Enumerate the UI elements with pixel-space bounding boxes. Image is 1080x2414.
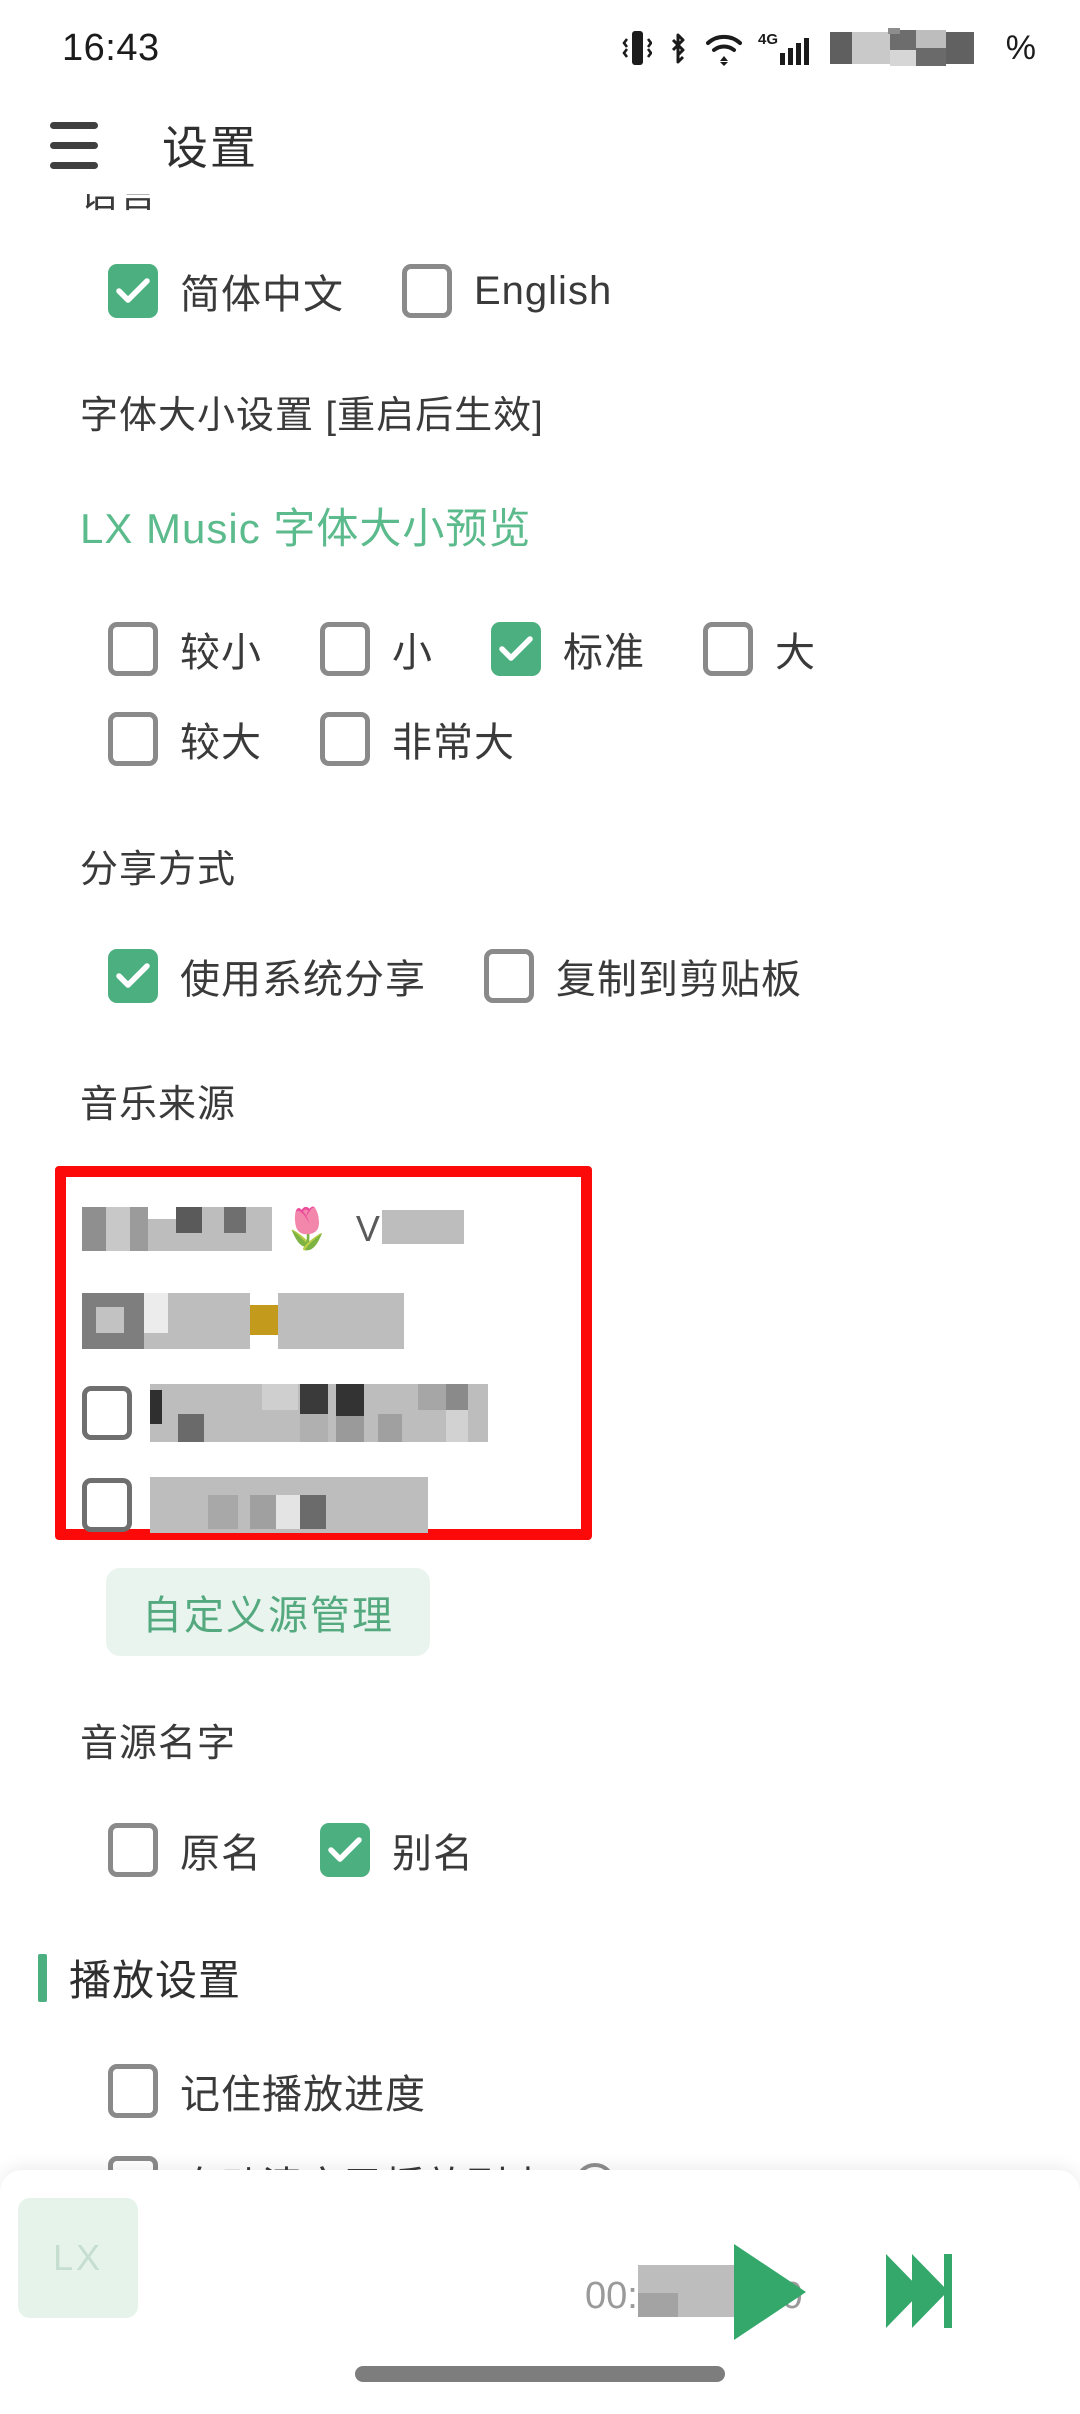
checkbox-unchecked-icon[interactable] <box>108 2064 158 2118</box>
option-font-larger[interactable]: 较大 <box>108 710 262 768</box>
section-label-language: 语言 <box>80 194 159 216</box>
share-method-options: 使用系统分享 复制到剪贴板 <box>0 947 1080 1005</box>
list-item[interactable] <box>66 1275 581 1367</box>
bluetooth-icon <box>666 29 690 67</box>
checkbox-checked-icon[interactable] <box>320 1823 370 1877</box>
section-header-playback: 播放设置 <box>0 1947 1080 2008</box>
section-title: 播放设置 <box>69 1957 242 2004</box>
custom-source-manage-button[interactable]: 自定义源管理 <box>106 1568 430 1656</box>
status-bar: 16:43 4G % <box>0 0 1080 96</box>
checkbox-unchecked-icon[interactable] <box>402 264 452 318</box>
redacted-source-name <box>82 1293 404 1349</box>
section-accent-bar <box>38 1953 47 2002</box>
play-icon[interactable] <box>726 2238 812 2351</box>
option-font-large[interactable]: 大 <box>703 620 816 678</box>
album-art-placeholder[interactable]: LX <box>18 2198 138 2318</box>
mini-player-bar[interactable]: LX 00: :00 <box>0 2170 1080 2414</box>
title-bar: 设置 <box>0 96 1080 194</box>
music-source-list: 🌷 V <box>66 1177 581 1533</box>
section-label-music-source: 音乐来源 <box>80 1084 237 1126</box>
battery-percent-label: % <box>1005 28 1036 67</box>
option-label: 别名 <box>392 1832 474 1876</box>
checkbox-unchecked-icon[interactable] <box>320 712 370 766</box>
checkbox-unchecked-icon[interactable] <box>82 1478 132 1532</box>
signal-4g-icon: 4G <box>758 29 812 67</box>
option-label: 复制到剪贴板 <box>556 958 802 1002</box>
option-label: 简体中文 <box>180 273 344 317</box>
redacted-source-name <box>150 1477 428 1533</box>
status-bar-clock: 16:43 <box>62 26 160 69</box>
checkbox-unchecked-icon[interactable] <box>82 1386 132 1440</box>
checkbox-unchecked-icon[interactable] <box>108 1823 158 1877</box>
option-simplified-chinese[interactable]: 简体中文 <box>108 262 344 320</box>
option-font-small[interactable]: 小 <box>320 620 433 678</box>
font-size-options-row-1: 较小 小 标准 大 <box>0 620 1080 678</box>
checkbox-checked-icon[interactable] <box>491 622 541 676</box>
next-track-icon[interactable] <box>882 2248 954 2339</box>
redacted-source-version <box>381 1209 464 1249</box>
time-elapsed-prefix: 00: <box>585 2274 638 2317</box>
checkbox-checked-icon[interactable] <box>108 949 158 1003</box>
wifi-icon <box>704 29 744 67</box>
section-label-share-method: 分享方式 <box>80 849 237 891</box>
tulip-emoji-icon: 🌷 <box>282 1207 332 1251</box>
option-label: 大 <box>775 631 816 675</box>
checkbox-unchecked-icon[interactable] <box>484 949 534 1003</box>
settings-scroll-area[interactable]: 语言 简体中文 English 字体大小设置 [重启后生效] LX Music … <box>0 194 1080 2224</box>
option-label: 标准 <box>563 631 645 675</box>
option-alias-name[interactable]: 别名 <box>320 1821 474 1879</box>
list-item[interactable] <box>66 1367 581 1459</box>
font-size-preview-text: LX Music 字体大小预览 <box>80 505 532 552</box>
option-label: 较大 <box>180 721 262 765</box>
option-copy-clipboard[interactable]: 复制到剪贴板 <box>484 947 802 1005</box>
settings-screen: 16:43 4G % 设置 语言 简体中文 English 字体大小设置 [重启… <box>0 0 1080 2414</box>
option-label: 非常大 <box>392 721 515 765</box>
option-label: 较小 <box>180 631 262 675</box>
option-original-name[interactable]: 原名 <box>108 1821 262 1879</box>
section-label-source-name: 音源名字 <box>80 1723 237 1765</box>
checkbox-unchecked-icon[interactable] <box>108 622 158 676</box>
option-system-share[interactable]: 使用系统分享 <box>108 947 426 1005</box>
checkbox-checked-icon[interactable] <box>108 264 158 318</box>
option-label: 使用系统分享 <box>180 958 426 1002</box>
playback-option-remember-progress: 记住播放进度 <box>0 2062 1080 2120</box>
option-label: English <box>474 268 613 313</box>
option-label: 记住播放进度 <box>180 2073 426 2117</box>
music-source-highlight-box: 🌷 V <box>55 1166 592 1540</box>
checkbox-unchecked-icon[interactable] <box>320 622 370 676</box>
option-font-smaller[interactable]: 较小 <box>108 620 262 678</box>
page-title: 设置 <box>162 122 258 174</box>
redacted-source-name <box>82 1207 272 1251</box>
battery-icon <box>829 28 990 68</box>
list-item[interactable]: 🌷 V <box>66 1183 581 1275</box>
home-indicator <box>355 2366 725 2382</box>
status-bar-icons: 4G % <box>622 28 1036 68</box>
language-options: 简体中文 English <box>0 262 1080 320</box>
svg-text:4G: 4G <box>758 31 778 48</box>
vibrate-icon <box>622 29 652 67</box>
source-version-char: V <box>355 1208 380 1249</box>
checkbox-unchecked-icon[interactable] <box>703 622 753 676</box>
option-english[interactable]: English <box>402 264 612 318</box>
option-label: 小 <box>392 631 433 675</box>
redacted-source-name <box>150 1384 488 1442</box>
source-name-options: 原名 别名 <box>0 1821 1080 1879</box>
option-label: 原名 <box>180 1832 262 1876</box>
hamburger-menu-icon[interactable] <box>42 113 106 177</box>
option-font-standard[interactable]: 标准 <box>491 620 645 678</box>
section-label-font-size: 字体大小设置 [重启后生效] <box>80 395 544 437</box>
option-remember-progress[interactable]: 记住播放进度 <box>108 2062 426 2120</box>
font-size-options-row-2: 较大 非常大 <box>0 710 1080 768</box>
option-font-huge[interactable]: 非常大 <box>320 710 515 768</box>
checkbox-unchecked-icon[interactable] <box>108 712 158 766</box>
list-item[interactable] <box>66 1459 581 1551</box>
